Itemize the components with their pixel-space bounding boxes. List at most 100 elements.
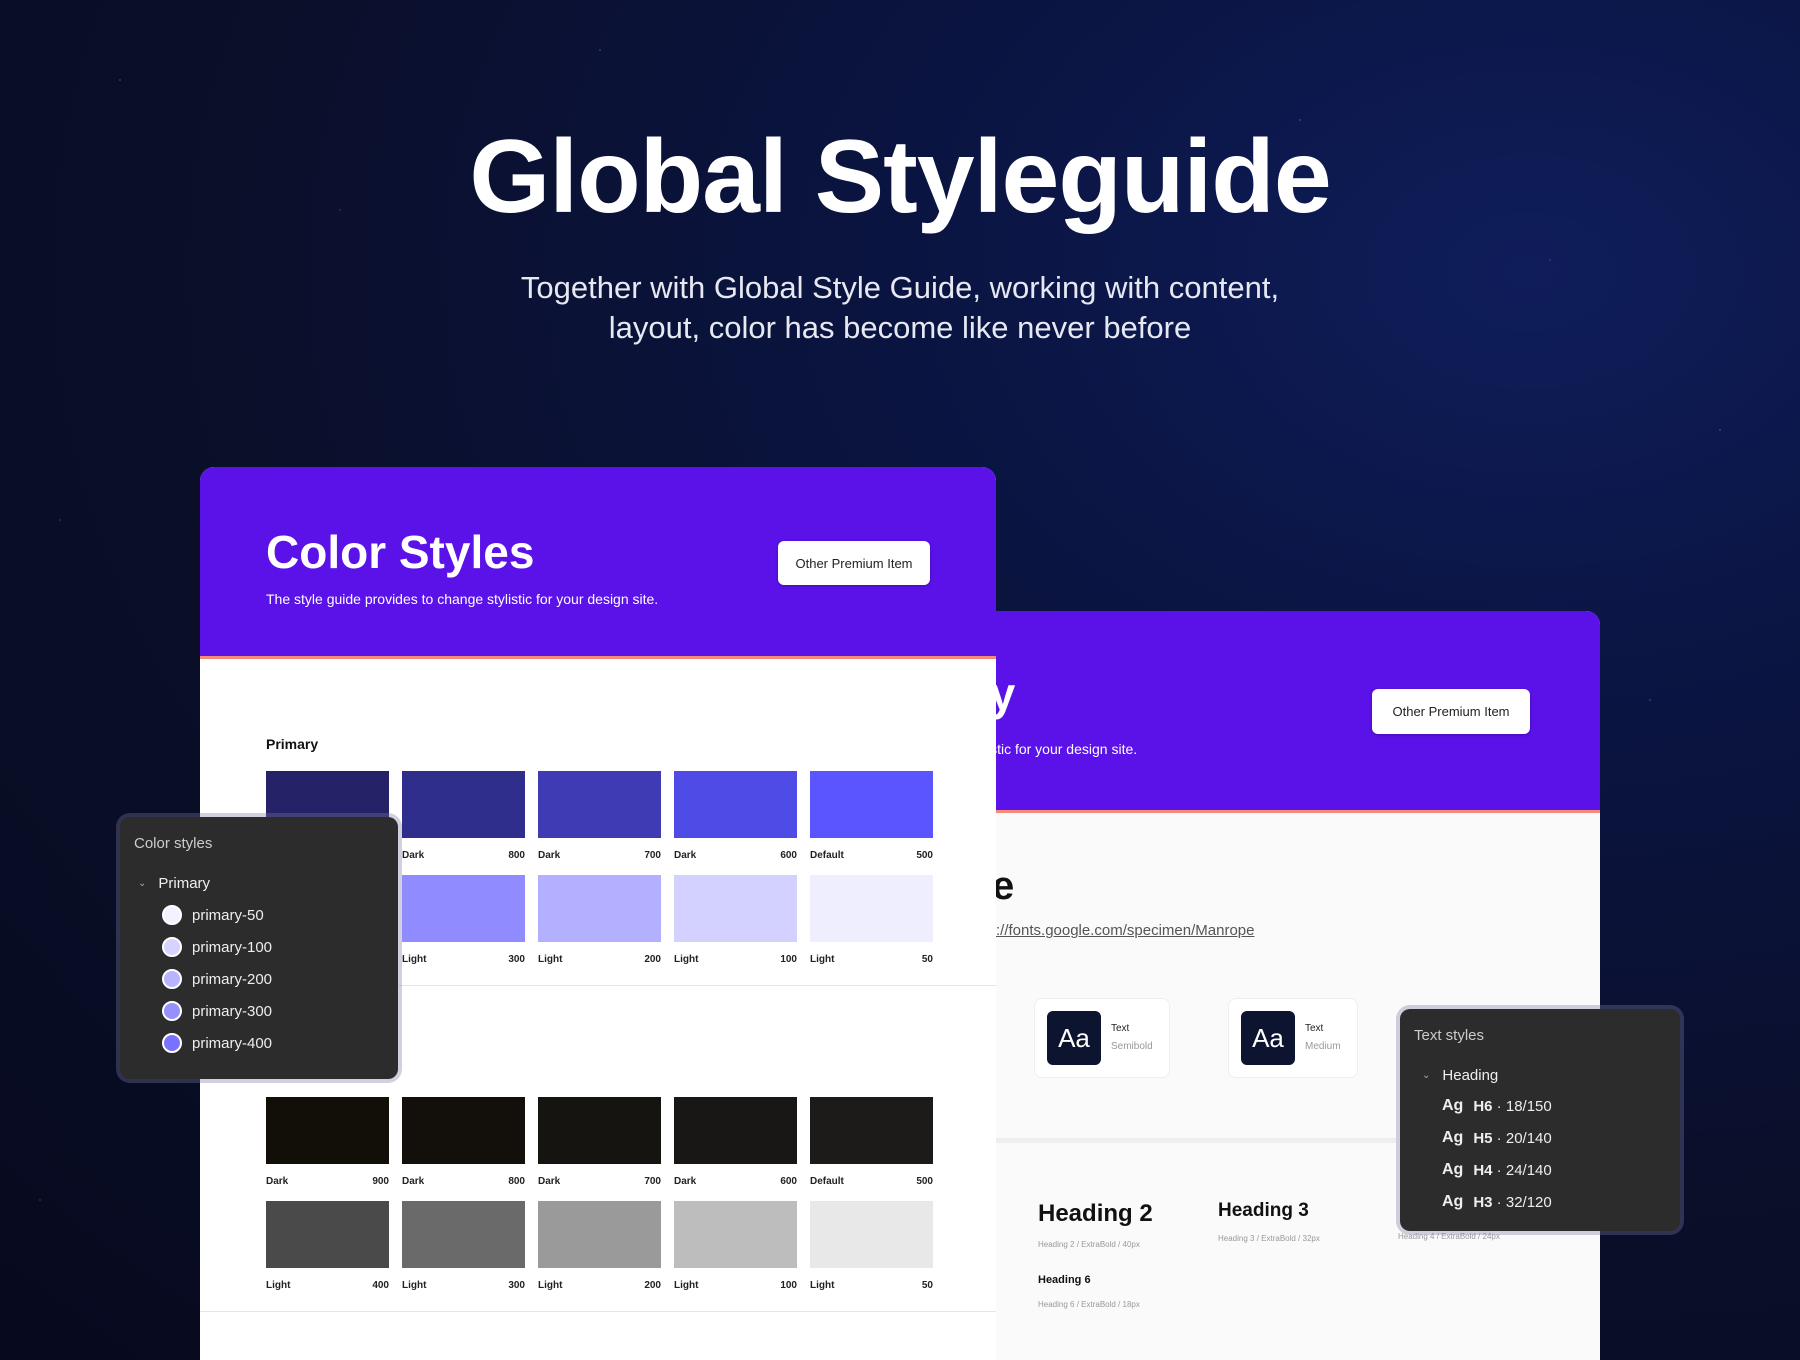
swatch-value: 50 <box>921 954 933 965</box>
color-swatch[interactable]: Light 200 <box>538 875 661 965</box>
swatch-chip[interactable] <box>538 1201 661 1268</box>
color-swatch[interactable]: Dark 600 <box>674 1097 797 1187</box>
color-style-name: primary-100 <box>192 938 273 956</box>
text-style-spec: · 32/120 <box>1492 1193 1552 1211</box>
text-style-item[interactable]: Ag H6 · 18/150 <box>1442 1097 1552 1115</box>
other-premium-item-button[interactable]: Other Premium Item <box>778 541 930 585</box>
color-swatch[interactable]: Dark 800 <box>402 771 525 861</box>
swatch-chip[interactable] <box>266 1201 389 1268</box>
color-swatch[interactable]: Light 50 <box>810 875 933 965</box>
swatch-chip[interactable] <box>402 771 525 838</box>
swatch-chip[interactable] <box>538 1097 661 1164</box>
font-link[interactable]: ://fonts.google.com/specimen/Manrope <box>996 922 1254 939</box>
swatch-chip[interactable] <box>674 771 797 838</box>
chevron-down-icon[interactable]: ⌄ <box>1422 1070 1430 1081</box>
swatch-caption: Default 500 <box>810 1176 933 1187</box>
text-style-item[interactable]: Ag H4 · 24/140 <box>1442 1161 1552 1179</box>
text-style-ag-icon: Ag <box>1442 1097 1464 1114</box>
hero-subtitle: Together with Global Style Guide, workin… <box>520 270 1280 345</box>
swatch-value: 800 <box>508 1176 525 1187</box>
color-style-name: primary-200 <box>192 970 273 988</box>
swatch-chip[interactable] <box>538 875 661 942</box>
swatch-row-neutral-dark: Dark 900 Dark 800 Dark 700 Dark 600 Default 500 <box>266 1097 933 1187</box>
color-swatch[interactable]: Light 50 <box>810 1201 933 1291</box>
swatch-chip[interactable] <box>402 1097 525 1164</box>
color-swatch[interactable]: Dark 800 <box>402 1097 525 1187</box>
swatch-caption: Light 200 <box>538 954 661 965</box>
swatch-caption: Dark 700 <box>538 1176 661 1187</box>
swatch-label: Light <box>810 954 835 965</box>
chevron-down-icon[interactable]: ⌄ <box>138 878 146 889</box>
font-weight-label: Text Semibold <box>1111 1023 1153 1052</box>
swatch-label: Dark <box>538 850 561 861</box>
color-swatch[interactable]: Default 500 <box>810 1097 933 1187</box>
swatch-value: 50 <box>921 1280 933 1291</box>
swatch-caption: Dark 700 <box>538 850 661 861</box>
swatch-chip[interactable] <box>674 1097 797 1164</box>
heading-2-sample: Heading 2 <box>1038 1200 1153 1227</box>
text-style-ag-icon: Ag <box>1442 1193 1464 1210</box>
color-swatch[interactable]: Light 100 <box>674 1201 797 1291</box>
text-styles-panel: Text styles ⌄ Heading Ag H6 · 18/150 Ag H5 … <box>1400 1009 1680 1231</box>
color-style-item[interactable]: primary-200 <box>162 969 272 989</box>
swatch-value: 100 <box>780 954 797 965</box>
color-style-item[interactable]: primary-300 <box>162 1001 272 1021</box>
swatch-value: 100 <box>780 1280 797 1291</box>
swatch-value: 200 <box>644 954 661 965</box>
swatch-chip[interactable] <box>402 1201 525 1268</box>
color-swatch[interactable]: Dark 900 <box>266 1097 389 1187</box>
text-style-tag: H6 <box>1473 1097 1493 1115</box>
text-style-item[interactable]: Ag H3 · 32/120 <box>1442 1193 1552 1211</box>
color-swatch[interactable]: Dark 700 <box>538 771 661 861</box>
typography-divider <box>996 1138 1396 1143</box>
color-style-item[interactable]: primary-50 <box>162 905 264 925</box>
swatch-value: 600 <box>780 850 797 861</box>
color-swatch[interactable]: Light 200 <box>538 1201 661 1291</box>
swatch-caption: Dark 900 <box>266 1176 389 1187</box>
swatch-row-neutral-light: Light 400 Light 300 Light 200 Light 100 Light 50 <box>266 1201 933 1291</box>
color-style-name: primary-300 <box>192 1002 273 1020</box>
swatch-chip[interactable] <box>810 875 933 942</box>
swatch-chip[interactable] <box>402 875 525 942</box>
heading-4-meta: Heading 4 / ExtraBold / 24px <box>1398 1232 1500 1241</box>
swatch-caption: Dark 600 <box>674 850 797 861</box>
color-style-item[interactable]: primary-100 <box>162 937 272 957</box>
swatch-value: 600 <box>780 1176 797 1187</box>
color-swatch[interactable]: Dark 700 <box>538 1097 661 1187</box>
swatch-chip[interactable] <box>810 1097 933 1164</box>
swatch-caption: Light 50 <box>810 954 933 965</box>
swatch-label: Dark <box>674 850 697 861</box>
swatch-chip[interactable] <box>810 1201 933 1268</box>
color-style-item[interactable]: primary-400 <box>162 1033 272 1053</box>
swatch-label: Light <box>674 1280 699 1291</box>
color-swatch[interactable]: Light 400 <box>266 1201 389 1291</box>
panel-group-heading[interactable]: ⌄ Heading <box>1422 1067 1498 1084</box>
swatch-label: Light <box>538 1280 563 1291</box>
color-swatch[interactable]: Light 300 <box>402 1201 525 1291</box>
color-dot-icon <box>162 905 182 925</box>
swatch-label: Light <box>538 954 563 965</box>
color-swatch[interactable]: Dark 600 <box>674 771 797 861</box>
swatch-value: 500 <box>916 1176 933 1187</box>
swatch-label: Light <box>402 954 427 965</box>
swatch-label: Light <box>674 954 699 965</box>
text-style-item[interactable]: Ag H5 · 20/140 <box>1442 1129 1552 1147</box>
panel-group-primary[interactable]: ⌄ Primary <box>138 875 210 892</box>
swatch-chip[interactable] <box>674 1201 797 1268</box>
font-glyph: Aa <box>1047 1011 1101 1065</box>
color-style-name: primary-400 <box>192 1034 273 1052</box>
swatch-caption: Light 300 <box>402 1280 525 1291</box>
swatch-chip[interactable] <box>810 771 933 838</box>
swatch-caption: Light 100 <box>674 1280 797 1291</box>
color-swatch[interactable]: Light 300 <box>402 875 525 965</box>
swatch-caption: Light 100 <box>674 954 797 965</box>
color-swatch[interactable]: Default 500 <box>810 771 933 861</box>
swatch-chip[interactable] <box>674 875 797 942</box>
swatch-chip[interactable] <box>266 1097 389 1164</box>
panel-title: Text styles <box>1414 1027 1485 1044</box>
other-premium-item-button[interactable]: Other Premium Item <box>1372 689 1530 734</box>
swatch-value: 300 <box>508 1280 525 1291</box>
swatch-caption: Default 500 <box>810 850 933 861</box>
swatch-chip[interactable] <box>538 771 661 838</box>
color-swatch[interactable]: Light 100 <box>674 875 797 965</box>
